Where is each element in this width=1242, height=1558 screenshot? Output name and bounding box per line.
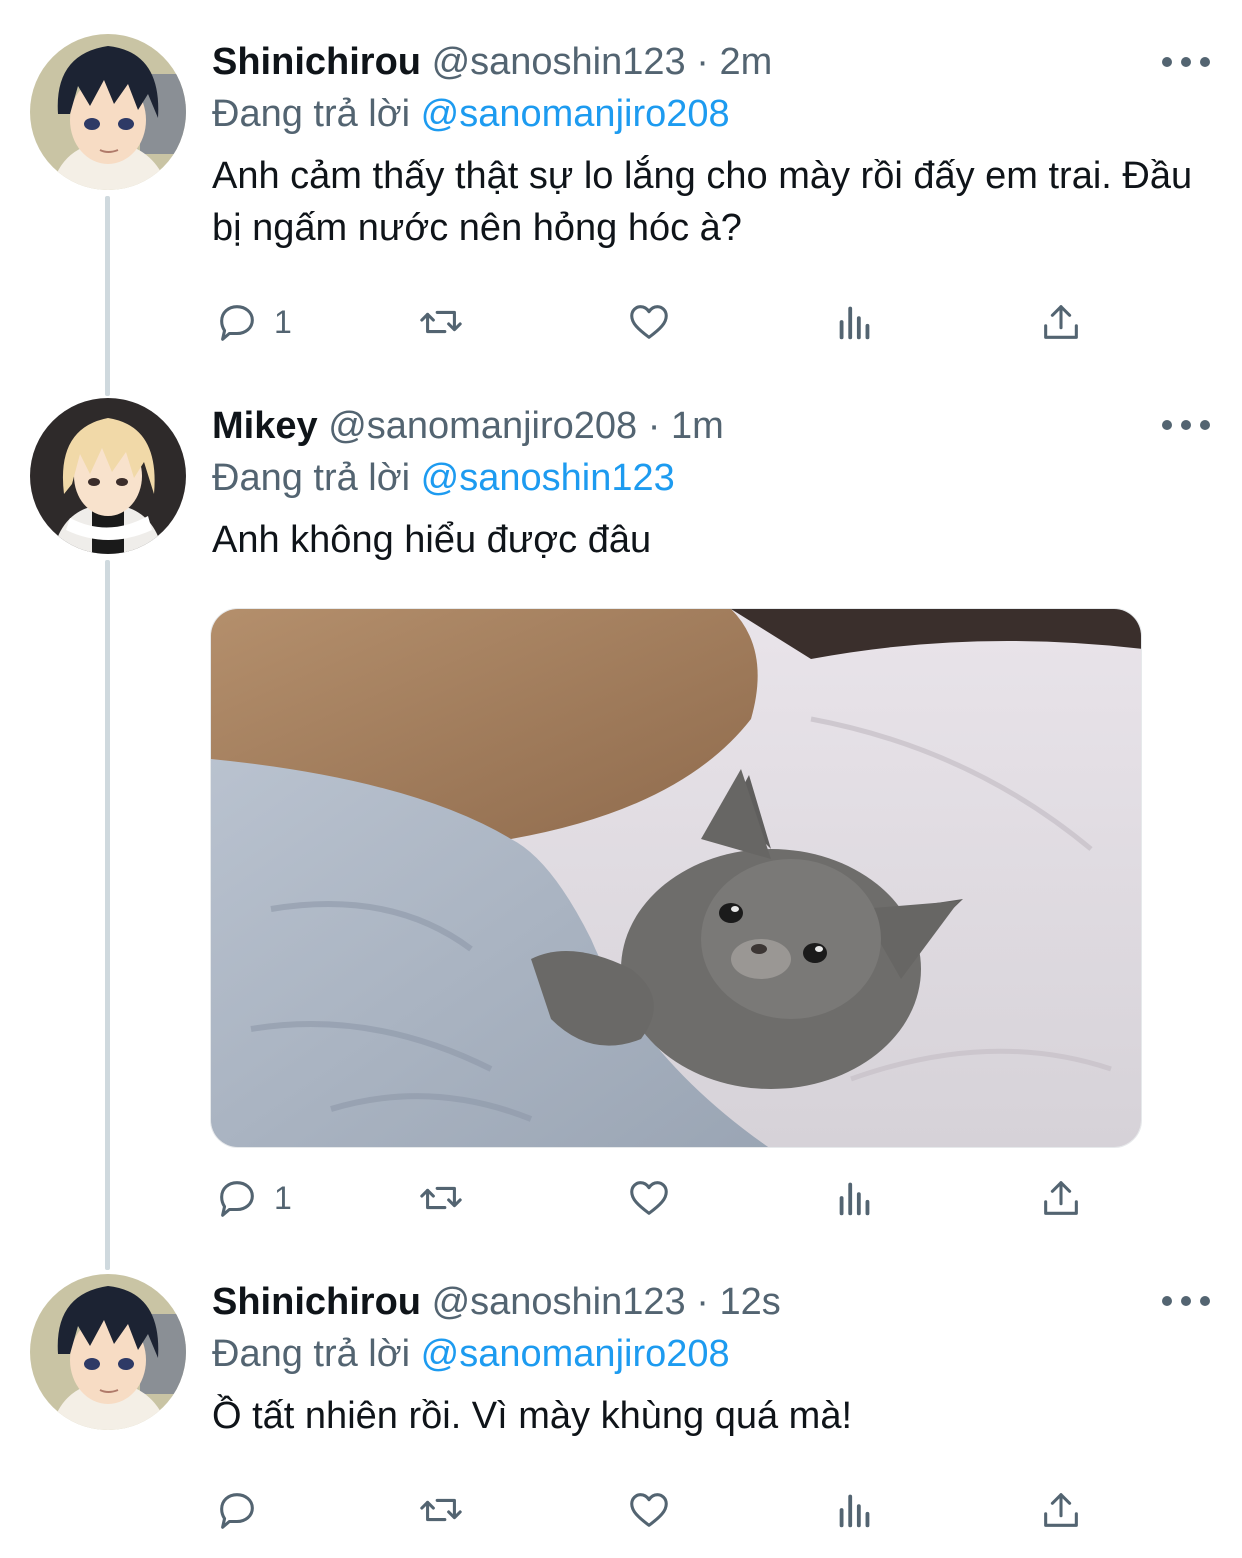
- share-button[interactable]: [1038, 1484, 1084, 1536]
- avatar[interactable]: [30, 1274, 186, 1430]
- retweet-button[interactable]: [418, 1484, 464, 1536]
- tweet-text: Ồ tất nhiên rồi. Vì mày khùng quá mà!: [212, 1395, 853, 1437]
- tweet-actions: 1: [212, 296, 1092, 348]
- reply-prefix: Đang trả lời: [212, 93, 411, 135]
- display-name[interactable]: Shinichirou: [212, 1281, 421, 1323]
- views-button[interactable]: [832, 1484, 878, 1536]
- reply-button[interactable]: [214, 1484, 274, 1536]
- tweet-header: Shinichirou @sanoshin123 · 2m: [212, 36, 1202, 88]
- avatar-image-shinichirou: [30, 1274, 186, 1430]
- reply-count: 1: [274, 1179, 292, 1216]
- share-button[interactable]: [1038, 296, 1084, 348]
- retweet-icon: [420, 1186, 462, 1210]
- reply-prefix: Đang trả lời: [212, 457, 411, 499]
- like-button[interactable]: [626, 1484, 672, 1536]
- user-handle[interactable]: @sanomanjiro208: [328, 405, 637, 447]
- retweet-icon: [420, 1498, 462, 1522]
- tweet[interactable]: Shinichirou @sanoshin123 · 12s Đang trả …: [0, 1268, 1242, 1558]
- replying-to: Đang trả lời @sanomanjiro208: [212, 1328, 1202, 1380]
- reply-to-link[interactable]: @sanomanjiro208: [421, 1333, 730, 1375]
- share-upload-icon: [1044, 1181, 1078, 1215]
- share-button[interactable]: [1038, 1172, 1084, 1224]
- separator-dot: ·: [696, 1281, 709, 1323]
- share-upload-icon: [1044, 1493, 1078, 1527]
- bar-chart-icon: [839, 1494, 870, 1528]
- comment-bubble-icon: [220, 305, 254, 341]
- tweet-media-image[interactable]: [210, 608, 1142, 1148]
- tweet[interactable]: Mikey @sanomanjiro208 · 1m Đang trả lời …: [0, 392, 1242, 1254]
- tweet[interactable]: Shinichirou @sanoshin123 · 2m Đang trả l…: [0, 0, 1242, 390]
- tweet-text: Anh cảm thấy thật sự lo lắng cho mày rồi…: [212, 155, 1193, 249]
- reply-button[interactable]: 1: [214, 1172, 292, 1224]
- user-handle[interactable]: @sanoshin123: [432, 1281, 686, 1323]
- display-name[interactable]: Shinichirou: [212, 41, 421, 83]
- retweet-icon: [420, 310, 462, 334]
- retweet-button[interactable]: [418, 1172, 464, 1224]
- tweet-header: Mikey @sanomanjiro208 · 1m: [212, 400, 1202, 452]
- share-upload-icon: [1044, 305, 1078, 339]
- tweet-actions: [212, 1484, 1092, 1536]
- reply-button[interactable]: 1: [214, 296, 292, 348]
- retweet-button[interactable]: [418, 296, 464, 348]
- replying-to: Đang trả lời @sanomanjiro208: [212, 88, 1202, 140]
- avatar[interactable]: [30, 398, 186, 554]
- display-name[interactable]: Mikey: [212, 405, 318, 447]
- crying-cat-photo: [211, 609, 1141, 1147]
- avatar[interactable]: [30, 34, 186, 190]
- avatar-image-mikey: [30, 398, 186, 554]
- replying-to: Đang trả lời @sanoshin123: [212, 452, 1202, 504]
- tweet-actions: 1: [212, 1172, 1092, 1224]
- timestamp[interactable]: 2m: [719, 41, 772, 83]
- like-button[interactable]: [626, 1172, 672, 1224]
- avatar-image-shinichirou: [30, 34, 186, 190]
- comment-bubble-icon: [220, 1493, 254, 1529]
- timestamp[interactable]: 12s: [719, 1281, 780, 1323]
- reply-count: 1: [274, 303, 292, 340]
- user-handle[interactable]: @sanoshin123: [432, 41, 686, 83]
- reply-to-link[interactable]: @sanomanjiro208: [421, 93, 730, 135]
- heart-icon: [630, 305, 668, 339]
- comment-bubble-icon: [220, 1181, 254, 1217]
- heart-icon: [630, 1181, 668, 1215]
- reply-prefix: Đang trả lời: [212, 1333, 411, 1375]
- reply-to-link[interactable]: @sanoshin123: [421, 457, 675, 499]
- separator-dot: ·: [696, 41, 709, 83]
- tweet-header: Shinichirou @sanoshin123 · 12s: [212, 1276, 1202, 1328]
- tweet-text: Anh không hiểu được đâu: [212, 519, 652, 561]
- heart-icon: [630, 1493, 668, 1527]
- bar-chart-icon: [839, 306, 870, 340]
- timestamp[interactable]: 1m: [671, 405, 724, 447]
- like-button[interactable]: [626, 296, 672, 348]
- views-button[interactable]: [832, 1172, 878, 1224]
- bar-chart-icon: [839, 1182, 870, 1216]
- views-button[interactable]: [832, 296, 878, 348]
- separator-dot: ·: [647, 405, 661, 447]
